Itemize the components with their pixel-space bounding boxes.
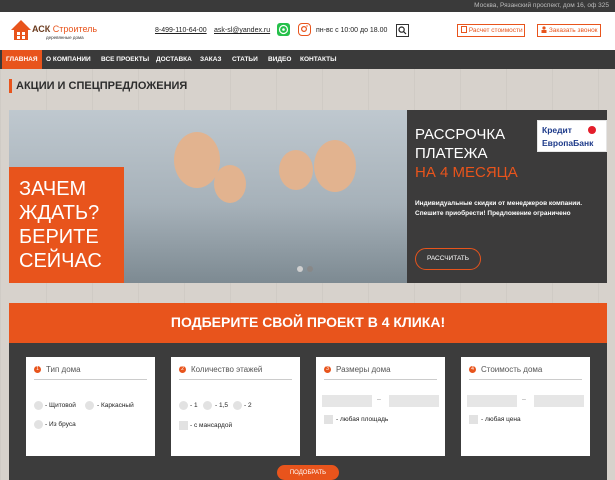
house-type-radio[interactable] — [85, 401, 94, 410]
email-link[interactable]: ask-sl@yandex.ru — [214, 27, 270, 34]
step-number: 2 — [179, 366, 186, 373]
logo-tagline: деревянные дома — [46, 35, 84, 40]
banner-slogan: ЗАЧЕМ ЖДАТЬ? БЕРИТЕ СЕЙЧАС — [19, 177, 124, 273]
promo-description: Индивидуальные скидки от менеджеров комп… — [415, 200, 583, 217]
order-call-label: Заказать звонок — [548, 27, 598, 34]
house-type-option: - Щитовой — [45, 402, 76, 409]
nav-item-contacts[interactable]: КОНТАКТЫ — [296, 50, 340, 69]
nav-item-about[interactable]: О КОМПАНИИ — [42, 50, 95, 69]
bank-name-line2: ЕвропаБанк — [542, 138, 594, 148]
bank-mark-icon — [588, 126, 596, 134]
slogan-line: СЕЙЧАС — [19, 250, 102, 272]
divider — [324, 379, 437, 380]
step-number: 1 — [34, 366, 41, 373]
range-separator: – — [522, 396, 526, 403]
nav-item-video[interactable]: ВИДЕО — [264, 50, 295, 69]
nav-item-articles[interactable]: СТАТЬИ — [228, 50, 262, 69]
top-bar: Москва, Рязанский проспект, дом 16, оф 3… — [0, 0, 615, 12]
floors-radio[interactable] — [179, 401, 188, 410]
any-price-label: - любая цена — [481, 416, 521, 423]
house-type-radio[interactable] — [34, 401, 43, 410]
divider — [469, 379, 582, 380]
step-number: 3 — [324, 366, 331, 373]
slogan-line: БЕРИТЕ — [19, 226, 99, 248]
photo-person — [174, 132, 220, 188]
slider-dot[interactable] — [297, 266, 303, 272]
any-size-checkbox[interactable] — [324, 415, 333, 424]
pick-project-button[interactable]: ПОДОБРАТЬ — [277, 465, 339, 480]
floors-option: - 1,5 — [215, 402, 229, 409]
calc-cost-label: Расчет стоимости — [468, 27, 523, 34]
filter-card-title: Стоимость дома — [481, 365, 543, 374]
installment-title-line1: РАССРОЧКА — [415, 126, 506, 143]
logo[interactable]: АСК Строитель деревянные дома — [10, 16, 97, 46]
photo-person — [314, 140, 356, 192]
search-button[interactable] — [396, 24, 409, 37]
floors-option: - 2 — [244, 402, 252, 409]
house-type-option: - Из бруса — [45, 421, 76, 428]
filter-card-title: Количество этажей — [191, 365, 263, 374]
filter-card-title: Размеры дома — [336, 365, 391, 374]
size-to-input[interactable] — [389, 395, 439, 407]
header: АСК Строитель деревянные дома 8-499-110-… — [0, 12, 615, 50]
floors-option: - 1 — [190, 402, 198, 409]
logo-brand-main: АСК — [32, 24, 51, 34]
floors-radio[interactable] — [233, 401, 242, 410]
house-type-option: - Каркасный — [97, 402, 134, 409]
filter-card-title: Тип дома — [46, 365, 81, 374]
logo-brand: АСК Строитель — [32, 24, 97, 34]
size-from-input[interactable] — [322, 395, 372, 407]
installment-title-line2: ПЛАТЕЖА — [415, 145, 488, 162]
nav-item-delivery[interactable]: ДОСТАВКА — [152, 50, 196, 69]
divider — [34, 379, 147, 380]
price-to-input[interactable] — [534, 395, 584, 407]
any-size-label: - любая площадь — [336, 416, 389, 423]
house-type-radio[interactable] — [34, 420, 43, 429]
slider-dots — [297, 266, 317, 272]
filter-title: ПОДБЕРИТЕ СВОЙ ПРОЕКТ В 4 КЛИКА! — [170, 314, 446, 330]
calc-cost-button[interactable]: Расчет стоимости — [457, 24, 525, 37]
range-separator: – — [377, 396, 381, 403]
nav-item-projects[interactable]: ВСЕ ПРОЕКТЫ — [97, 50, 153, 69]
installment-term: НА 4 МЕСЯЦА — [415, 164, 518, 181]
slogan-line: ЖДАТЬ? — [19, 202, 100, 224]
bank-logo: Кредит ЕвропаБанк — [537, 120, 607, 152]
section-title: АКЦИИ И СПЕЦПРЕДЛОЖЕНИЯ — [9, 79, 187, 93]
slogan-line: ЗАЧЕМ — [19, 178, 87, 200]
logo-brand-accent: Строитель — [52, 24, 98, 34]
any-price-checkbox[interactable] — [469, 415, 478, 424]
order-call-button[interactable]: Заказать звонок — [537, 24, 601, 37]
main-nav: ГЛАВНАЯ О КОМПАНИИ ВСЕ ПРОЕКТЫ ДОСТАВКА … — [0, 50, 615, 69]
calculator-icon — [461, 26, 467, 33]
user-icon — [541, 26, 547, 33]
photo-person — [214, 165, 246, 203]
working-hours: пн-вс с 10:00 до 18.00 — [316, 27, 388, 34]
nav-item-order[interactable]: ЗАКАЗ — [196, 50, 226, 69]
slider-dot[interactable] — [307, 266, 313, 272]
divider — [179, 379, 292, 380]
calculate-button[interactable]: РАССЧИТАТЬ — [415, 248, 481, 270]
phone-link[interactable]: 8-499-110-64-00 — [155, 27, 207, 34]
house-logo-icon — [11, 20, 31, 40]
search-icon — [398, 26, 407, 35]
instagram-icon[interactable] — [298, 23, 311, 36]
price-from-input[interactable] — [467, 395, 517, 407]
nav-item-home[interactable]: ГЛАВНАЯ — [2, 50, 42, 69]
attic-label: - с мансардой — [190, 422, 233, 429]
whatsapp-icon[interactable] — [277, 23, 290, 36]
photo-person — [279, 150, 313, 190]
address-text: Москва, Рязанский проспект, дом 16, оф 3… — [474, 2, 609, 9]
floors-radio[interactable] — [203, 401, 212, 410]
attic-checkbox[interactable] — [179, 421, 188, 430]
bank-name-line1: Кредит — [542, 125, 572, 135]
step-number: 4 — [469, 366, 476, 373]
